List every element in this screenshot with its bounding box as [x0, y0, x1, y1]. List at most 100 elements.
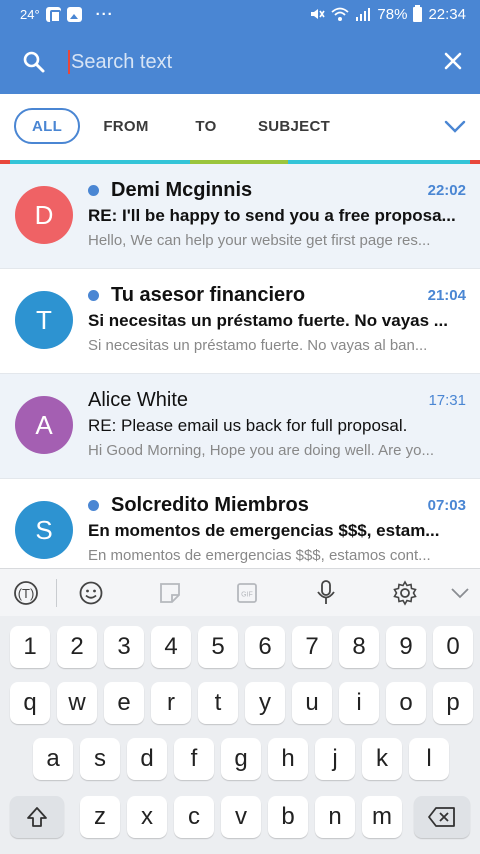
- close-icon[interactable]: [442, 50, 464, 72]
- status-bar: 24° ··· 78% 22:34: [0, 0, 480, 28]
- key-e[interactable]: e: [104, 682, 144, 724]
- mail-time: 22:02: [427, 181, 466, 199]
- keyboard: 1234567890 qwertyuiop asdfghjkl zxcvbnm: [0, 616, 480, 854]
- key-w[interactable]: w: [57, 682, 97, 724]
- text-recognition-icon[interactable]: (T): [12, 579, 40, 607]
- sender-name: Alice White: [88, 388, 189, 411]
- clock: 22:34: [428, 5, 466, 23]
- mail-preview: Hi Good Morning, Hope you are doing well…: [88, 442, 435, 459]
- search-field: [68, 46, 428, 78]
- key-s[interactable]: s: [80, 738, 120, 780]
- key-c[interactable]: c: [174, 796, 214, 838]
- key-t[interactable]: t: [198, 682, 238, 724]
- mail-item[interactable]: S Solcredito Miembros 07:03 En momentos …: [0, 479, 480, 568]
- key-q[interactable]: q: [10, 682, 50, 724]
- mail-header: Solcredito Miembros 07:03: [88, 491, 466, 519]
- key-7[interactable]: 7: [292, 626, 332, 668]
- key-0[interactable]: 0: [433, 626, 473, 668]
- mail-subject: RE: Please email us back for full propos…: [88, 416, 408, 435]
- status-right: 78% 22:34: [309, 4, 466, 23]
- mail-preview: Si necesitas un préstamo fuerte. No vaya…: [88, 337, 428, 354]
- key-d[interactable]: d: [127, 738, 167, 780]
- text-cursor: [68, 50, 70, 74]
- keyboard-toolbar: (T) GIF: [0, 568, 480, 616]
- key-j[interactable]: j: [315, 738, 355, 780]
- search-input[interactable]: [71, 50, 411, 74]
- unread-dot-icon: [88, 289, 99, 301]
- avatar: A: [15, 396, 73, 454]
- avatar: S: [15, 501, 73, 559]
- mail-preview: Hello, We can help your website get firs…: [88, 232, 431, 249]
- tab-from[interactable]: FROM: [96, 108, 156, 144]
- mail-time: 21:04: [427, 286, 466, 304]
- sticker-icon[interactable]: [156, 579, 184, 607]
- mail-subject: Si necesitas un préstamo fuerte. No vaya…: [88, 311, 448, 330]
- tab-to[interactable]: TO: [188, 108, 224, 144]
- key-m[interactable]: m: [362, 796, 402, 838]
- more-notifications-icon: ···: [95, 5, 114, 23]
- tab-all[interactable]: ALL: [14, 108, 80, 144]
- gallery-notification-icon: [66, 6, 82, 22]
- key-l[interactable]: l: [409, 738, 449, 780]
- key-g[interactable]: g: [221, 738, 261, 780]
- avatar: T: [15, 291, 73, 349]
- key-4[interactable]: 4: [151, 626, 191, 668]
- key-u[interactable]: u: [292, 682, 332, 724]
- key-8[interactable]: 8: [339, 626, 379, 668]
- backspace-key[interactable]: [414, 796, 470, 838]
- key-3[interactable]: 3: [104, 626, 144, 668]
- key-5[interactable]: 5: [198, 626, 238, 668]
- key-x[interactable]: x: [127, 796, 167, 838]
- battery-icon: [413, 4, 423, 22]
- key-h[interactable]: h: [268, 738, 308, 780]
- key-n[interactable]: n: [315, 796, 355, 838]
- backspace-icon: [428, 807, 455, 827]
- key-2[interactable]: 2: [57, 626, 97, 668]
- key-f[interactable]: f: [174, 738, 214, 780]
- svg-text:(T): (T): [18, 586, 35, 601]
- microphone-icon[interactable]: [312, 579, 340, 607]
- shift-key[interactable]: [10, 796, 64, 838]
- mail-item[interactable]: T Tu asesor financiero 21:04 Si necesita…: [0, 269, 480, 374]
- wifi-icon: [331, 7, 350, 21]
- unread-dot-icon: [88, 184, 99, 196]
- mail-header: Alice White 17:31: [88, 386, 466, 414]
- mail-subject: RE: I'll be happy to send you a free pro…: [88, 206, 456, 225]
- mail-item[interactable]: D Demi Mcginnis 22:02 RE: I'll be happy …: [0, 164, 480, 269]
- emoji-icon[interactable]: [77, 579, 105, 607]
- key-i[interactable]: i: [339, 682, 379, 724]
- temperature: 24°: [20, 6, 40, 22]
- keyboard-collapse-icon[interactable]: [446, 579, 474, 607]
- sender-name: Solcredito Miembros: [111, 493, 309, 516]
- mute-icon: [311, 9, 326, 19]
- key-z[interactable]: z: [80, 796, 120, 838]
- svg-text:GIF: GIF: [241, 592, 253, 599]
- key-1[interactable]: 1: [10, 626, 50, 668]
- settings-gear-icon[interactable]: [391, 579, 419, 607]
- avatar: D: [15, 186, 73, 244]
- key-o[interactable]: o: [386, 682, 426, 724]
- gif-icon[interactable]: GIF: [233, 579, 261, 607]
- search-header: [0, 28, 480, 94]
- key-k[interactable]: k: [362, 738, 402, 780]
- mail-time: 07:03: [427, 496, 466, 514]
- key-r[interactable]: r: [151, 682, 191, 724]
- key-9[interactable]: 9: [386, 626, 426, 668]
- mail-time: 17:31: [428, 391, 466, 409]
- key-p[interactable]: p: [433, 682, 473, 724]
- search-icon[interactable]: [22, 50, 46, 74]
- sender-name: Tu asesor financiero: [111, 283, 306, 306]
- mail-item[interactable]: A Alice White 17:31 RE: Please email us …: [0, 374, 480, 479]
- shift-icon: [27, 807, 47, 827]
- mail-list: D Demi Mcginnis 22:02 RE: I'll be happy …: [0, 164, 480, 568]
- key-v[interactable]: v: [221, 796, 261, 838]
- key-y[interactable]: y: [245, 682, 285, 724]
- key-6[interactable]: 6: [245, 626, 285, 668]
- signal-icon: [356, 8, 371, 21]
- toolbar-divider: [56, 579, 57, 607]
- unread-dot-icon: [88, 499, 99, 511]
- key-a[interactable]: a: [33, 738, 73, 780]
- key-b[interactable]: b: [268, 796, 308, 838]
- chevron-down-icon[interactable]: [442, 116, 468, 136]
- tab-subject[interactable]: SUBJECT: [256, 108, 332, 144]
